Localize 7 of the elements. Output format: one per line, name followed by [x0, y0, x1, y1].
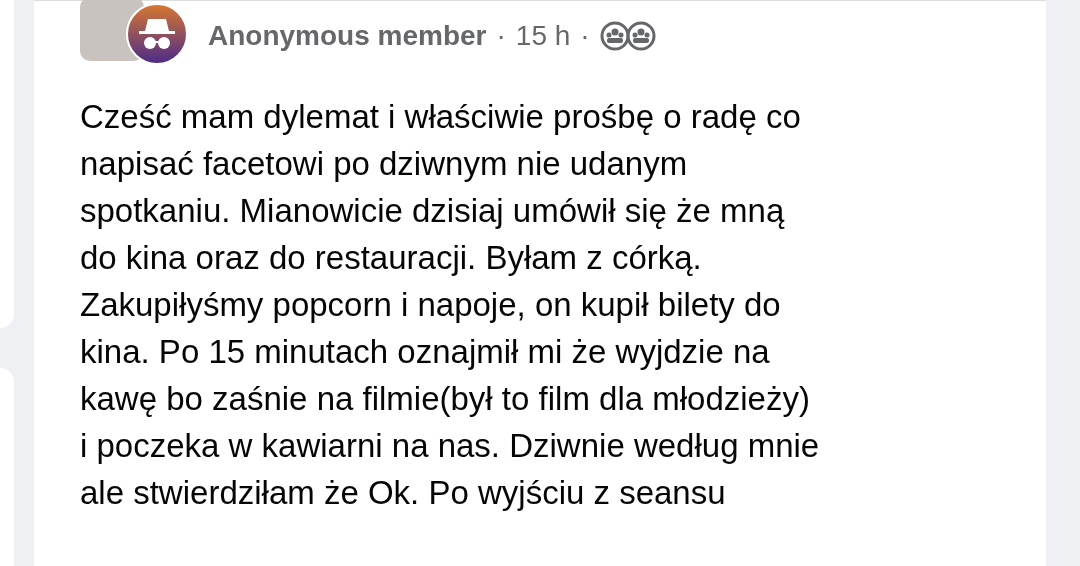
- separator-dot: ·: [496, 19, 506, 53]
- group-members-icon: [599, 21, 656, 51]
- post-body-text: Cześć mam dylemat i właściwie prośbę o radę co napisać facetowi po dziwnym nie udanym spotkaniu. Mianowicie dzisiaj umówił się że mną do kina oraz do restauracji. Byłam z córką. Zakupiłyśmy popcorn i napoje, on kupił bilety do kina. Po 15 minutach oznajmił mi że wyjdzie na kawę bo zaśnie na filmie(był to film dla młodzieży) i poczeka w kawiarni na nas. Dziwnie według mnie ale stwierdziłam że Ok. Po wyjściu z seansu: [80, 97, 821, 513]
- post-time[interactable]: 15 h: [515, 15, 571, 57]
- incognito-avatar-icon: [126, 3, 188, 65]
- separator-dot: ·: [580, 19, 590, 53]
- author-name[interactable]: Anonymous member: [208, 15, 487, 57]
